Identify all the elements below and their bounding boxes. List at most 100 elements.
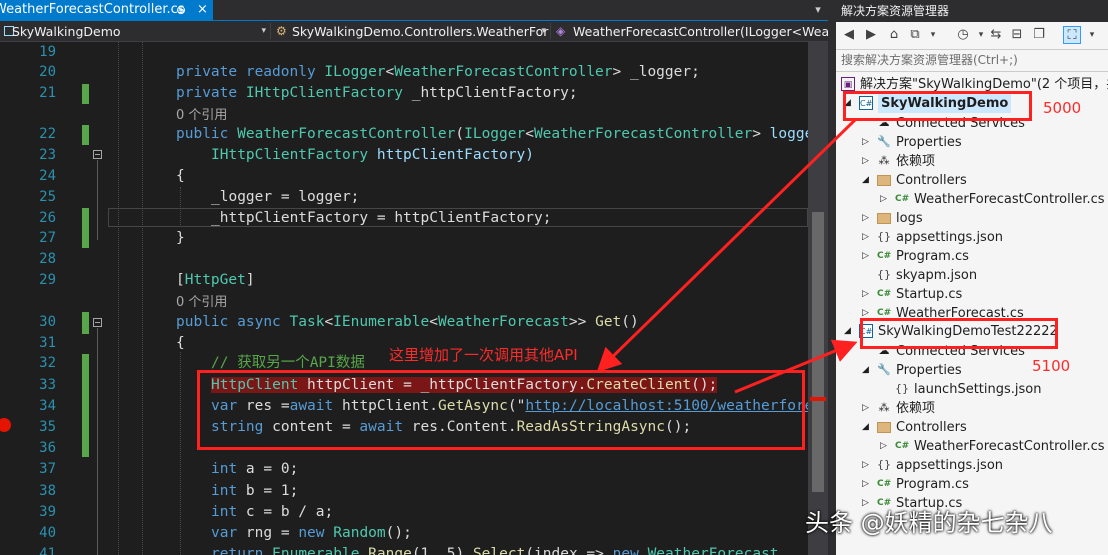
collapsed-arrow-icon[interactable]: ▷ [862,133,869,152]
tree-item-folder[interactable]: ◢ Controllers [836,418,1108,437]
collapse-icon[interactable] [93,318,102,327]
sync-icon[interactable]: ⇆ [987,26,1005,44]
collapsed-arrow-icon[interactable]: ▷ [880,190,887,209]
code-line-22: public WeatherForecastController(ILogger… [176,126,808,142]
back-icon[interactable]: ◀ [840,26,858,44]
line-number: 35 [39,419,56,435]
code-line-30: public async Task<IEnumerable<WeatherFor… [176,314,639,330]
chevron-down-icon: ▾ [261,26,266,36]
chevron-down-icon[interactable]: ▾ [1083,26,1101,44]
collapsed-arrow-icon[interactable]: ▷ [862,285,869,304]
expanded-arrow-icon[interactable]: ◢ [862,171,869,190]
pin-icon[interactable]: ⊕ [176,0,186,20]
csharp-file-icon: C# [877,479,892,489]
editor-gutter[interactable]: 19 20 21 22 23 24 25 26 27 28 29 30 31 32 33 34 35 36 37 38… [0,42,108,555]
tree-item-label: Properties [896,135,962,150]
chevron-down-icon[interactable]: ▾ [924,26,942,44]
tree-item-file[interactable]: ▷ {} appsettings.json [836,228,1108,247]
collapsed-arrow-icon[interactable]: ▷ [880,437,887,456]
tree-item-file[interactable]: ▷ {} appsettings.json [836,456,1108,475]
code-area[interactable]: private readonly ILogger<WeatherForecast… [108,42,808,555]
expanded-arrow-icon[interactable]: ◢ [844,322,851,341]
pending-changes-icon[interactable]: ◷ [954,26,972,44]
scrollbar-thumb[interactable] [812,212,824,492]
collapse-all-icon[interactable]: ⊟ [1008,26,1026,44]
close-icon[interactable]: × [197,0,208,20]
switch-views-icon[interactable]: ⧉ [906,26,924,44]
tree-item-file[interactable]: ▷ C# Program.cs [836,247,1108,266]
collapse-icon[interactable] [93,150,102,159]
breakpoint-icon[interactable] [0,418,11,432]
home-icon[interactable]: ⌂ [885,26,903,44]
csharp-file-icon: C# [895,194,910,204]
indent-guide [180,352,181,555]
expanded-arrow-icon[interactable]: ◢ [862,418,869,437]
tree-item-file[interactable]: {} skyapm.json [836,266,1108,285]
properties-icon[interactable]: ⛶ [1063,26,1081,44]
vertical-scrollbar[interactable] [808,42,828,555]
code-line-26: _httpClientFactory = httpClientFactory; [211,210,552,226]
tree-item-properties[interactable]: ▷ 🔧 Properties [836,133,1108,152]
collapsed-arrow-icon[interactable]: ▷ [862,209,869,228]
code-line-41: return Enumerable.Range(1, 5).Select(ind… [211,546,779,555]
forward-icon[interactable]: ▶ [862,26,880,44]
class-dropdown[interactable]: ⚙ SkyWalkingDemo.Controllers.WeatherFor … [272,21,550,42]
highlight-box-project-a [843,91,1032,121]
codelens-references[interactable]: 0 个引用 [176,291,227,311]
solution-search-input[interactable]: 搜索解决方案资源管理器(Ctrl+;) [836,50,1108,72]
tree-item-dependencies[interactable]: ▷ ⁂ 依赖项 [836,399,1108,418]
code-line-23: IHttpClientFactory httpClientFactory) [211,147,535,163]
fold-guide [97,160,98,240]
line-number: 21 [39,85,56,101]
tab-weatherforecastcontroller[interactable]: WeatherForecastController.cs ⊕ × [0,0,213,20]
show-all-files-icon[interactable]: ❐ [1030,26,1048,44]
breakpoint-marker [810,397,826,401]
divider [550,23,551,39]
tree-item-dependencies[interactable]: ▷ ⁂ 依赖项 [836,152,1108,171]
indent-guide [118,42,119,555]
ide-window: WeatherForecastController.cs ⊕ × ▾ SkyWa… [0,0,1108,555]
collapsed-arrow-icon[interactable]: ▷ [862,475,869,494]
panel-splitter[interactable] [828,0,836,555]
class-name: SkyWalkingDemo.Controllers.WeatherFor [292,24,549,39]
collapsed-arrow-icon[interactable]: ▷ [862,152,869,171]
change-marker [82,312,89,334]
collapsed-arrow-icon[interactable]: ▷ [862,247,869,266]
line-number: 30 [39,314,56,330]
collapsed-arrow-icon[interactable]: ▷ [862,228,869,247]
tab-overflow-chevron-icon[interactable]: ▾ [808,0,828,20]
tree-item-file[interactable]: ▷ C# WeatherForecastController.cs [836,190,1108,209]
tree-item-label: 依赖项 [896,154,936,169]
line-number: 34 [39,398,56,414]
csharp-file-icon: C# [895,441,910,451]
dependencies-icon: ⁂ [878,401,890,414]
tree-item-file[interactable]: ▷ C# Program.cs [836,475,1108,494]
tree-item-folder[interactable]: ▷ logs [836,209,1108,228]
project-dropdown[interactable]: SkyWalkingDemo ▾ [0,21,270,42]
member-dropdown[interactable]: ◈ WeatherForecastController(ILogger<Wea [552,21,828,42]
navigation-bar: SkyWalkingDemo ▾ ⚙ SkyWalkingDemo.Contro… [0,20,828,42]
tree-item-label: Program.cs [896,249,969,264]
tree-item-label: Program.cs [896,477,969,492]
line-number: 19 [39,44,56,60]
highlight-box-code [197,370,805,450]
expanded-arrow-icon[interactable]: ◢ [862,361,869,380]
code-line-40: var rng = new Random(); [211,525,412,541]
code-line-37: int a = 0; [211,461,299,477]
code-line-29: [HttpGet] [176,272,255,288]
collapsed-arrow-icon[interactable]: ▷ [862,399,869,418]
code-line-25: _logger = logger; [211,189,360,205]
tree-item-file[interactable]: ▷ C# WeatherForecastController.cs [836,437,1108,456]
codelens-references[interactable]: 0 个引用 [176,104,227,124]
wrench-icon: 🔧 [877,363,891,376]
divider [270,23,271,39]
tree-item-file[interactable]: {} launchSettings.json [836,380,1108,399]
json-file-icon: {} [877,230,891,243]
code-line-39: int c = b / a; [211,504,334,520]
folder-icon [877,213,891,224]
collapsed-arrow-icon[interactable]: ▷ [862,456,869,475]
tree-item-file[interactable]: ▷ C# Startup.cs [836,285,1108,304]
code-line-31: { [176,335,185,351]
line-number: 26 [39,210,56,226]
tree-item-folder[interactable]: ◢ Controllers [836,171,1108,190]
